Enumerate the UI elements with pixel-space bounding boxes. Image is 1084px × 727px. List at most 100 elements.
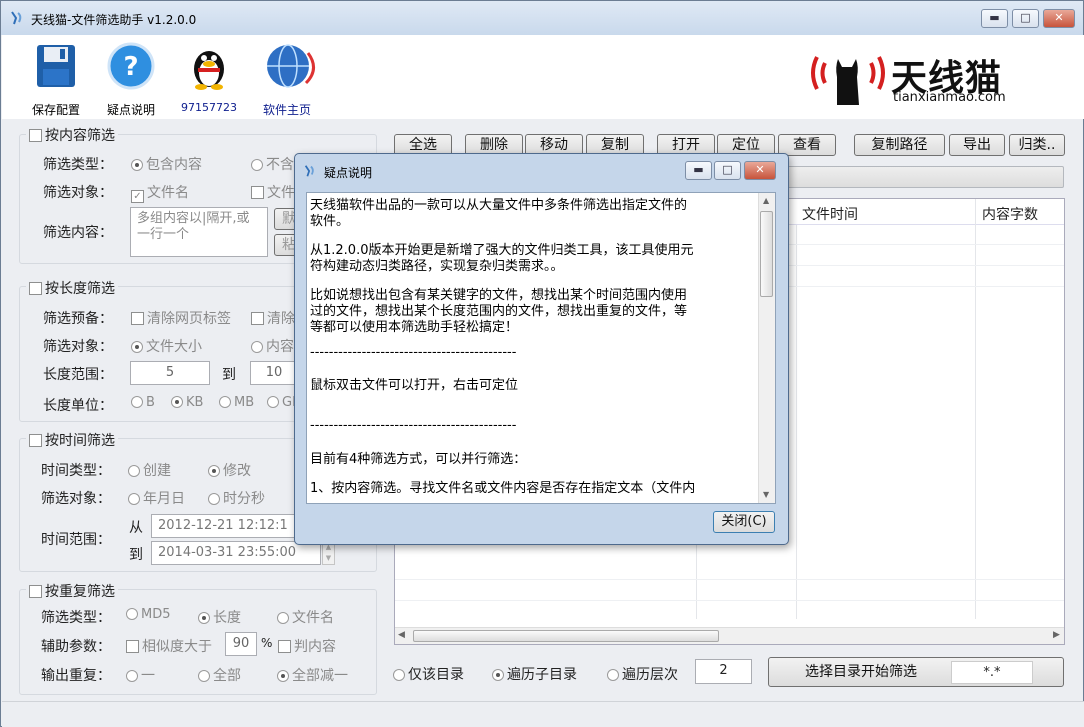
scroll-up-icon[interactable]: ▲	[763, 196, 769, 205]
length-unit-kb-label: KB	[186, 395, 204, 410]
time-type-modify-label: 修改	[223, 463, 251, 479]
qq-label: 97157723	[181, 101, 237, 114]
dup-output-one-radio[interactable]: 一	[126, 665, 155, 685]
dup-output-all-minus-radio[interactable]: 全部减一	[277, 665, 348, 685]
content-filter-checkbox[interactable]	[29, 129, 42, 142]
scroll-left-icon[interactable]: ◀	[398, 630, 405, 640]
maximize-button[interactable]: □	[1012, 9, 1039, 28]
copy-path-button[interactable]: 复制路径	[854, 134, 945, 156]
minimize-button[interactable]: ▬	[981, 9, 1008, 28]
content-type-include-radio[interactable]: 包含内容	[131, 154, 202, 174]
content-target-filename-label: 文件名	[147, 185, 189, 201]
dup-output-all-minus-label: 全部减一	[292, 668, 348, 684]
help-button[interactable]: ? 疑点说明	[96, 39, 166, 117]
length-filter-toggle[interactable]: 按长度筛选	[26, 278, 118, 298]
logo-url: tianxianmao.com	[893, 90, 1006, 105]
dup-output-all-radio[interactable]: 全部	[198, 665, 241, 685]
content-type-exclude-radio[interactable]: 不含	[251, 154, 294, 174]
export-button[interactable]: 导出	[949, 134, 1005, 156]
depth-input[interactable]: 2	[695, 659, 752, 684]
time-target-label: 筛选对象：	[41, 491, 111, 507]
content-target-filename-checkbox[interactable]: ✓ 文件名	[131, 182, 189, 203]
classify-button[interactable]: 归类..	[1009, 134, 1065, 156]
vertical-scrollbar[interactable]: ▲ ▼	[758, 193, 775, 503]
time-type-label: 时间类型：	[41, 463, 111, 479]
time-type-create-label: 创建	[143, 463, 171, 479]
help-label: 疑点说明	[106, 103, 155, 117]
horizontal-scrollbar[interactable]: ◀ ▶	[395, 627, 1064, 644]
qq-button[interactable]: 97157723	[174, 39, 244, 117]
title-bar: 天线猫-文件筛选助手 v1.2.0.0 ▬ □ ✕	[1, 1, 1083, 35]
help-line: ----------------------------------------…	[310, 418, 517, 433]
dialog-title: 疑点说明	[324, 166, 373, 180]
time-target-hms-radio[interactable]: 时分秒	[208, 488, 265, 508]
time-target-ymd-radio[interactable]: 年月日	[128, 488, 185, 508]
sub-dirs-label: 遍历子目录	[507, 667, 577, 683]
length-prep-strip-html-checkbox[interactable]: 清除网页标签	[131, 308, 231, 328]
length-unit-kb-radio[interactable]: KB	[171, 395, 203, 410]
time-from-input[interactable]: 2012-12-21 12:12:1	[151, 514, 299, 538]
dup-type-md5-radio[interactable]: MD5	[126, 607, 171, 622]
length-target-label: 筛选对象：	[43, 339, 113, 355]
dup-similar-input[interactable]: 90	[225, 632, 257, 656]
length-prep-clear-checkbox[interactable]: 清除	[251, 308, 295, 328]
dup-judge-content-checkbox[interactable]: 判内容	[278, 636, 336, 656]
length-target-content-radio[interactable]: 内容	[251, 336, 294, 356]
dup-type-name-radio[interactable]: 文件名	[277, 607, 334, 627]
time-type-create-radio[interactable]: 创建	[128, 460, 171, 480]
help-line: 软件。	[310, 214, 350, 229]
content-filter-toggle[interactable]: 按内容筛选	[26, 125, 118, 145]
time-range-label: 时间范围：	[41, 532, 111, 548]
dialog-minimize-button[interactable]: ▬	[685, 161, 712, 180]
content-target-file-checkbox[interactable]: 文件	[251, 182, 295, 202]
length-prep-strip-html-label: 清除网页标签	[147, 311, 231, 327]
content-target-file-label: 文件	[267, 185, 295, 201]
length-unit-mb-radio[interactable]: MB	[219, 395, 254, 410]
col-word-count[interactable]: 内容字数	[982, 204, 1038, 224]
status-bar	[2, 701, 1084, 727]
dup-similar-checkbox[interactable]: 相似度大于	[126, 636, 212, 656]
content-filter-title: 按内容筛选	[45, 128, 115, 144]
save-config-button[interactable]: 保存配置	[21, 39, 91, 117]
vertical-scroll-thumb[interactable]	[760, 211, 773, 297]
dialog-close-x-button[interactable]: ✕	[744, 161, 776, 180]
app-icon	[11, 11, 22, 25]
length-range-to-input[interactable]: 10	[250, 361, 298, 385]
scroll-thumb[interactable]	[413, 630, 719, 642]
content-target-label: 筛选对象：	[43, 185, 113, 201]
window-title: 天线猫-文件筛选助手 v1.2.0.0	[31, 13, 197, 27]
dup-filter-checkbox[interactable]	[29, 585, 42, 598]
scroll-right-icon[interactable]: ▶	[1053, 630, 1060, 640]
time-filter-toggle[interactable]: 按时间筛选	[26, 430, 118, 450]
home-page-button[interactable]: 软件主页	[252, 39, 322, 117]
length-filter-checkbox[interactable]	[29, 282, 42, 295]
view-button[interactable]: 查看	[778, 134, 836, 156]
dialog-close-button[interactable]: 关闭(C)	[713, 511, 775, 533]
help-line: 符构建动态归类路径，实现复杂归类需求。。	[310, 259, 564, 274]
length-target-size-label: 文件大小	[146, 339, 202, 355]
time-target-ymd-label: 年月日	[143, 491, 185, 507]
length-unit-b-radio[interactable]: B	[131, 395, 155, 410]
time-to-label: 到	[129, 547, 143, 563]
depth-radio[interactable]: 遍历层次	[607, 664, 678, 684]
content-text-input[interactable]: 多组内容以|隔开,或一行一个	[130, 207, 268, 257]
scroll-down-icon[interactable]: ▼	[763, 490, 769, 499]
help-text-area[interactable]: 天线猫软件出品的一款可以从大量文件中多条件筛选出指定文件的 软件。 从1.2.0…	[306, 192, 776, 504]
time-to-input[interactable]: 2014-03-31 23:55:00	[151, 541, 321, 565]
only-dir-radio[interactable]: 仅该目录	[393, 664, 464, 684]
dup-type-length-radio[interactable]: 长度	[198, 607, 241, 627]
depth-label: 遍历层次	[622, 667, 678, 683]
length-target-size-radio[interactable]: 文件大小	[131, 336, 202, 356]
help-line: ----------------------------------------…	[310, 345, 517, 360]
pattern-input[interactable]: *.*	[951, 661, 1033, 684]
col-file-time[interactable]: 文件时间	[802, 204, 858, 224]
close-button[interactable]: ✕	[1043, 9, 1075, 28]
time-from-label: 从	[129, 520, 143, 536]
sub-dirs-radio[interactable]: 遍历子目录	[492, 664, 577, 684]
dup-filter-toggle[interactable]: 按重复筛选	[26, 581, 118, 601]
time-filter-checkbox[interactable]	[29, 434, 42, 447]
time-type-modify-radio[interactable]: 修改	[208, 460, 251, 480]
length-range-from-input[interactable]: 5	[130, 361, 210, 385]
dialog-maximize-button[interactable]: □	[714, 161, 741, 180]
cat-antenna-logo-icon	[811, 56, 885, 105]
